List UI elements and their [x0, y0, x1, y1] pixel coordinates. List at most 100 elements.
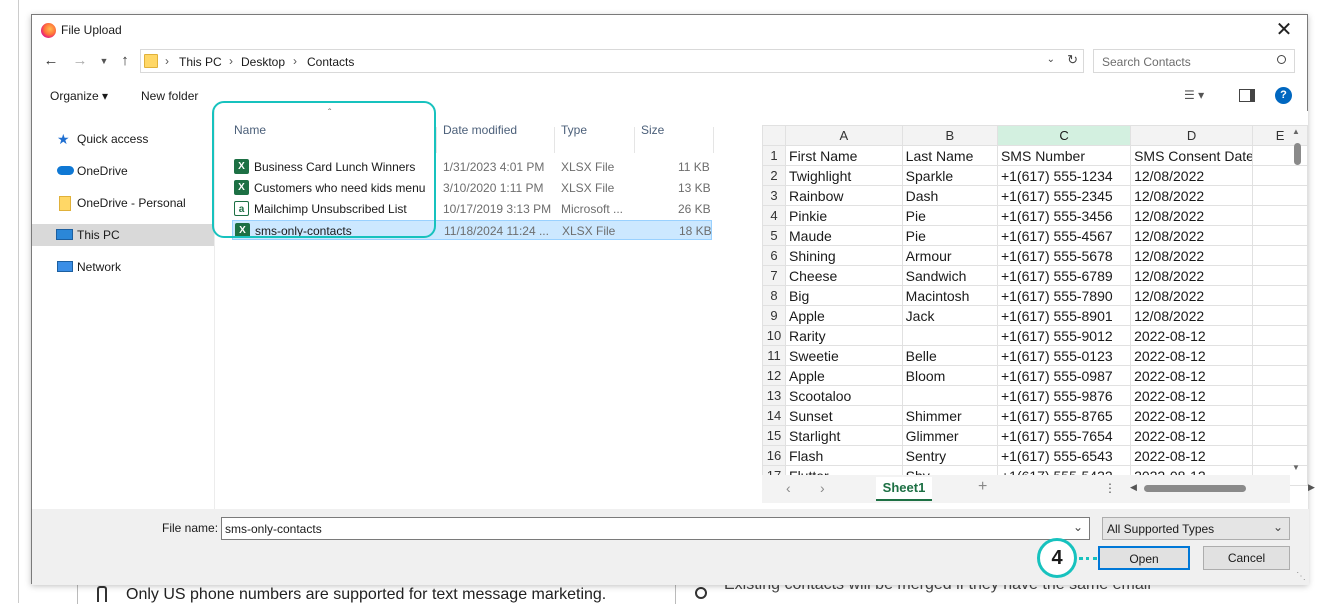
- nav-quick-access[interactable]: ★ Quick access: [32, 128, 214, 150]
- sheet-cell[interactable]: Jack: [901, 305, 998, 326]
- breadcrumb-contacts[interactable]: Contacts: [307, 55, 354, 69]
- column-letter[interactable]: B: [901, 125, 998, 146]
- sheet-cell[interactable]: +1(617) 555-9876: [996, 385, 1132, 406]
- row-number[interactable]: 4: [761, 205, 787, 226]
- help-icon[interactable]: ?: [1275, 87, 1292, 104]
- sheet-cell[interactable]: Belle: [901, 345, 998, 366]
- horizontal-scroll-right-icon[interactable]: ▶: [1308, 482, 1315, 493]
- nav-this-pc[interactable]: This PC: [32, 224, 214, 246]
- sheet-cell[interactable]: 12/08/2022: [1130, 245, 1254, 266]
- row-number[interactable]: 11: [761, 345, 787, 366]
- sheet-cell[interactable]: 12/08/2022: [1130, 285, 1254, 306]
- sheet-cell[interactable]: +1(617) 555-6543: [996, 445, 1132, 466]
- row-number[interactable]: 5: [761, 225, 787, 246]
- sheet-prev-icon[interactable]: ‹: [786, 480, 791, 496]
- address-dropdown-icon[interactable]: ⌄: [1047, 54, 1055, 65]
- sheet-cell[interactable]: 2022-08-12: [1130, 405, 1254, 426]
- row-number[interactable]: 14: [761, 405, 787, 426]
- row-number[interactable]: 13: [761, 385, 787, 406]
- sheet-cell[interactable]: 2022-08-12: [1130, 445, 1254, 466]
- sheet-cell[interactable]: Glimmer: [901, 425, 998, 446]
- sheet-cell[interactable]: Shimmer: [901, 405, 998, 426]
- sheet-cell[interactable]: SMS Consent Date: [1130, 145, 1254, 166]
- row-number[interactable]: 12: [761, 365, 787, 386]
- sheet-cell[interactable]: 2022-08-12: [1130, 345, 1254, 366]
- sheet-cell[interactable]: Flash: [785, 445, 903, 466]
- sheet-cell[interactable]: Big: [785, 285, 903, 306]
- sheet-cell[interactable]: Bloom: [901, 365, 998, 386]
- sheet-cell[interactable]: Dash: [901, 185, 998, 206]
- sheet-cell[interactable]: SMS Number: [996, 145, 1132, 166]
- sheet-cell[interactable]: Last Name: [901, 145, 998, 166]
- up-arrow-icon[interactable]: ↑: [114, 50, 136, 72]
- sheet-cell[interactable]: +1(617) 555-2345: [996, 185, 1132, 206]
- search-input[interactable]: Search Contacts: [1102, 55, 1191, 69]
- breadcrumb-desktop[interactable]: Desktop: [241, 55, 285, 69]
- new-folder-button[interactable]: New folder: [141, 89, 198, 103]
- file-name-dropdown-icon[interactable]: ⌄: [1073, 520, 1083, 534]
- horizontal-scroll-thumb[interactable]: [1144, 485, 1246, 492]
- row-number[interactable]: 10: [761, 325, 787, 346]
- sheet-cell[interactable]: [901, 325, 998, 346]
- sheet-cell[interactable]: Sandwich: [901, 265, 998, 286]
- sheet-cell[interactable]: Pie: [901, 205, 998, 226]
- sheet-cell[interactable]: +1(617) 555-4567: [996, 225, 1132, 246]
- sheet-cell[interactable]: Rainbow: [785, 185, 903, 206]
- sheet-cell[interactable]: 2022-08-12: [1130, 365, 1254, 386]
- sheet-next-icon[interactable]: ›: [820, 480, 825, 496]
- sheet-cell[interactable]: Sunset: [785, 405, 903, 426]
- sheet-cell[interactable]: 12/08/2022: [1130, 205, 1254, 226]
- sheet-cell[interactable]: +1(617) 555-7654: [996, 425, 1132, 446]
- sheet-cell[interactable]: [901, 385, 998, 406]
- back-arrow-icon[interactable]: ←: [40, 50, 62, 72]
- sheet-cell[interactable]: 12/08/2022: [1130, 185, 1254, 206]
- vertical-scrollbar[interactable]: ▲ ▼: [1290, 125, 1304, 475]
- sheet-cell[interactable]: +1(617) 555-8765: [996, 405, 1132, 426]
- column-header-date[interactable]: Date modified: [443, 123, 517, 137]
- horizontal-scroll-left-icon[interactable]: ◀: [1130, 482, 1137, 493]
- nav-network[interactable]: Network: [32, 256, 214, 278]
- sheet-cell[interactable]: +1(617) 555-8901: [996, 305, 1132, 326]
- forward-arrow-icon[interactable]: →: [69, 50, 91, 72]
- sheet-cell[interactable]: 2022-08-12: [1130, 385, 1254, 406]
- add-sheet-button[interactable]: +: [978, 478, 987, 496]
- preview-pane-icon[interactable]: [1239, 89, 1255, 102]
- sheet-cell[interactable]: Starlight: [785, 425, 903, 446]
- file-type-select[interactable]: All Supported Types ⌄: [1102, 517, 1290, 540]
- sheet-cell[interactable]: 2022-08-12: [1130, 325, 1254, 346]
- sheet-cell[interactable]: +1(617) 555-3456: [996, 205, 1132, 226]
- sheet-cell[interactable]: Macintosh: [901, 285, 998, 306]
- nav-onedrive[interactable]: OneDrive: [32, 160, 214, 182]
- nav-onedrive-personal[interactable]: OneDrive - Personal: [32, 192, 214, 214]
- column-header-size[interactable]: Size: [641, 123, 664, 137]
- column-letter[interactable]: A: [785, 125, 903, 146]
- sheet-cell[interactable]: +1(617) 555-6789: [996, 265, 1132, 286]
- organize-menu[interactable]: Organize ▾: [50, 89, 108, 103]
- breadcrumb-this-pc[interactable]: This PC: [179, 55, 222, 69]
- sheet-cell[interactable]: First Name: [785, 145, 903, 166]
- file-name-input[interactable]: sms-only-contacts ⌄: [221, 517, 1090, 540]
- sheet-cell[interactable]: 12/08/2022: [1130, 305, 1254, 326]
- sheet-cell[interactable]: 12/08/2022: [1130, 265, 1254, 286]
- sheet-cell[interactable]: Scootaloo: [785, 385, 903, 406]
- cancel-button[interactable]: Cancel: [1203, 546, 1290, 570]
- view-options-icon[interactable]: ☰ ▾: [1184, 88, 1204, 102]
- column-letter[interactable]: C: [996, 125, 1132, 146]
- address-bar[interactable]: › This PC › Desktop › Contacts ⌄ ↻: [140, 49, 1084, 73]
- sheet-cell[interactable]: +1(617) 555-9012: [996, 325, 1132, 346]
- close-button[interactable]: ✕: [1271, 18, 1297, 44]
- row-number[interactable]: 3: [761, 185, 787, 206]
- row-number[interactable]: 8: [761, 285, 787, 306]
- sheet-cell[interactable]: Sweetie: [785, 345, 903, 366]
- column-letter[interactable]: D: [1130, 125, 1254, 146]
- sheet-cell[interactable]: Sentry: [901, 445, 998, 466]
- sheet-cell[interactable]: +1(617) 555-5678: [996, 245, 1132, 266]
- scroll-up-icon[interactable]: ▲: [1292, 127, 1300, 136]
- sheet-cell[interactable]: Apple: [785, 305, 903, 326]
- refresh-icon[interactable]: ↻: [1067, 52, 1078, 68]
- search-box[interactable]: Search Contacts: [1093, 49, 1295, 73]
- resize-grip-icon[interactable]: ⋱: [1296, 571, 1306, 582]
- sheet-cell[interactable]: Pie: [901, 225, 998, 246]
- scroll-thumb[interactable]: [1294, 143, 1301, 165]
- sheet-cell[interactable]: Maude: [785, 225, 903, 246]
